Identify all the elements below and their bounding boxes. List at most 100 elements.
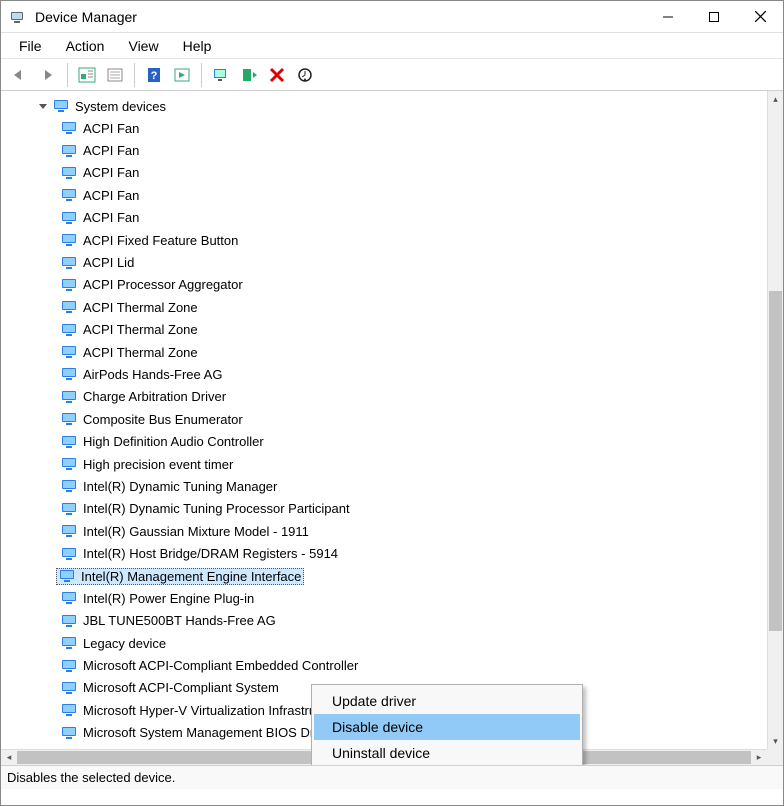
menu-action[interactable]: Action bbox=[54, 35, 117, 57]
show-console-tree-button[interactable] bbox=[74, 62, 100, 88]
device-label: ACPI Lid bbox=[83, 255, 134, 270]
device-row[interactable]: ACPI Thermal Zone bbox=[59, 341, 767, 363]
toolbar-separator bbox=[134, 63, 135, 87]
monitor-icon bbox=[61, 547, 77, 561]
device-row[interactable]: Intel(R) Power Engine Plug-in bbox=[59, 587, 767, 609]
scan-hardware-button[interactable] bbox=[208, 62, 234, 88]
uninstall-device-button[interactable] bbox=[264, 62, 290, 88]
device-row[interactable]: ACPI Fan bbox=[59, 184, 767, 206]
device-row[interactable]: Charge Arbitration Driver bbox=[59, 386, 767, 408]
context-menu-item[interactable]: Uninstall device bbox=[314, 740, 580, 765]
scroll-up-arrow[interactable]: ▴ bbox=[768, 91, 783, 107]
device-label: Intel(R) Host Bridge/DRAM Registers - 59… bbox=[83, 546, 338, 561]
monitor-icon bbox=[61, 121, 77, 135]
device-label: ACPI Thermal Zone bbox=[83, 345, 198, 360]
tree-category-row[interactable]: System devices bbox=[35, 95, 767, 117]
svg-text:?: ? bbox=[151, 70, 158, 82]
device-row[interactable]: Intel(R) Management Engine Interface bbox=[59, 565, 767, 587]
enable-device-button[interactable] bbox=[169, 62, 195, 88]
device-label: Microsoft System Management BIOS Driver bbox=[83, 725, 335, 740]
device-label: Microsoft Hyper-V Virtualization Infrast… bbox=[83, 703, 345, 718]
toolbar: ? bbox=[1, 59, 783, 91]
app-icon bbox=[9, 9, 25, 25]
status-text: Disables the selected device. bbox=[7, 770, 175, 785]
device-tree-scroll[interactable]: System devices ACPI FanACPI FanACPI FanA… bbox=[1, 91, 767, 749]
device-label: Intel(R) Dynamic Tuning Processor Partic… bbox=[83, 501, 350, 516]
device-label: ACPI Fan bbox=[83, 165, 139, 180]
device-row[interactable]: Intel(R) Dynamic Tuning Manager bbox=[59, 475, 767, 497]
device-label: ACPI Fixed Feature Button bbox=[83, 233, 238, 248]
scan-changes-button[interactable] bbox=[292, 62, 318, 88]
device-row[interactable]: JBL TUNE500BT Hands-Free AG bbox=[59, 610, 767, 632]
device-label: Legacy device bbox=[83, 636, 166, 651]
device-label: ACPI Fan bbox=[83, 143, 139, 158]
device-row[interactable]: ACPI Fan bbox=[59, 207, 767, 229]
menu-file[interactable]: File bbox=[7, 35, 54, 57]
back-button[interactable] bbox=[7, 62, 33, 88]
device-row[interactable]: ACPI Thermal Zone bbox=[59, 296, 767, 318]
monitor-icon bbox=[61, 390, 77, 404]
device-row[interactable]: AirPods Hands-Free AG bbox=[59, 363, 767, 385]
help-button[interactable]: ? bbox=[141, 62, 167, 88]
monitor-icon bbox=[61, 345, 77, 359]
window-title: Device Manager bbox=[35, 9, 645, 25]
properties-button[interactable] bbox=[102, 62, 128, 88]
scroll-right-arrow[interactable]: ▸ bbox=[751, 750, 767, 765]
device-label: High precision event timer bbox=[83, 457, 233, 472]
monitor-icon bbox=[59, 569, 75, 583]
device-row[interactable]: ACPI Fan bbox=[59, 139, 767, 161]
monitor-icon bbox=[61, 614, 77, 628]
monitor-icon bbox=[61, 636, 77, 650]
monitor-icon bbox=[61, 524, 77, 538]
maximize-button[interactable] bbox=[691, 1, 737, 33]
device-row[interactable]: Composite Bus Enumerator bbox=[59, 408, 767, 430]
device-tree-area: System devices ACPI FanACPI FanACPI FanA… bbox=[1, 91, 783, 765]
update-driver-button[interactable] bbox=[236, 62, 262, 88]
minimize-button[interactable] bbox=[645, 1, 691, 33]
device-row[interactable]: Legacy device bbox=[59, 632, 767, 654]
monitor-icon bbox=[61, 323, 77, 337]
window-controls bbox=[645, 1, 783, 33]
menu-help[interactable]: Help bbox=[171, 35, 224, 57]
device-row[interactable]: ACPI Fixed Feature Button bbox=[59, 229, 767, 251]
monitor-icon bbox=[61, 367, 77, 381]
menu-view[interactable]: View bbox=[116, 35, 170, 57]
device-row[interactable]: ACPI Lid bbox=[59, 251, 767, 273]
scroll-down-arrow[interactable]: ▾ bbox=[768, 733, 783, 749]
device-row[interactable]: ACPI Processor Aggregator bbox=[59, 274, 767, 296]
device-label: AirPods Hands-Free AG bbox=[83, 367, 222, 382]
monitor-icon bbox=[61, 278, 77, 292]
monitor-icon bbox=[53, 99, 69, 113]
device-row[interactable]: Intel(R) Gaussian Mixture Model - 1911 bbox=[59, 520, 767, 542]
scroll-left-arrow[interactable]: ◂ bbox=[1, 750, 17, 765]
monitor-icon bbox=[61, 211, 77, 225]
device-label: ACPI Fan bbox=[83, 121, 139, 136]
status-bar: Disables the selected device. bbox=[1, 765, 783, 789]
toolbar-separator bbox=[67, 63, 68, 87]
monitor-icon bbox=[61, 188, 77, 202]
context-menu-item[interactable]: Update driver bbox=[314, 688, 580, 714]
device-row[interactable]: ACPI Thermal Zone bbox=[59, 319, 767, 341]
device-row[interactable]: Microsoft ACPI-Compliant Embedded Contro… bbox=[59, 654, 767, 676]
close-button[interactable] bbox=[737, 1, 783, 33]
device-row[interactable]: High Definition Audio Controller bbox=[59, 430, 767, 452]
monitor-icon bbox=[61, 144, 77, 158]
expander-icon[interactable] bbox=[35, 98, 51, 114]
device-row[interactable]: ACPI Fan bbox=[59, 117, 767, 139]
forward-button[interactable] bbox=[35, 62, 61, 88]
device-label: Composite Bus Enumerator bbox=[83, 412, 243, 427]
monitor-icon bbox=[61, 502, 77, 516]
scrollbar-corner bbox=[767, 749, 783, 765]
context-menu-item[interactable]: Disable device bbox=[314, 714, 580, 740]
monitor-icon bbox=[61, 479, 77, 493]
monitor-icon bbox=[61, 591, 77, 605]
device-label: Microsoft ACPI-Compliant Embedded Contro… bbox=[83, 658, 358, 673]
vertical-scrollbar[interactable]: ▴ ▾ bbox=[767, 91, 783, 749]
monitor-icon bbox=[61, 233, 77, 247]
vertical-scroll-thumb[interactable] bbox=[769, 291, 782, 631]
device-label: Intel(R) Dynamic Tuning Manager bbox=[83, 479, 277, 494]
device-row[interactable]: Intel(R) Dynamic Tuning Processor Partic… bbox=[59, 498, 767, 520]
device-row[interactable]: High precision event timer bbox=[59, 453, 767, 475]
device-row[interactable]: ACPI Fan bbox=[59, 162, 767, 184]
device-row[interactable]: Intel(R) Host Bridge/DRAM Registers - 59… bbox=[59, 542, 767, 564]
